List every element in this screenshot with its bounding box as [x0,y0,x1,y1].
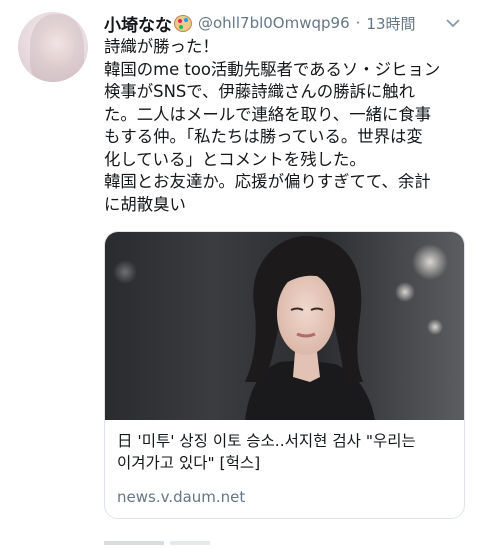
avatar-face [40,24,74,68]
link-preview-image [105,232,464,420]
tweet-text-line: もする仲。「私たちは勝っている。世界は変 [104,127,423,146]
tweet-text-line: た。二人はメールで連絡を取り、一緒に食事 [104,104,432,124]
time-separator: · [355,14,361,32]
tweet-text-line: 検事がSNSで、伊藤詩織さんの勝訴に触れ [104,82,416,101]
link-title-line: 日 '미투' 상징 이토 승소..서지현 검사 "우리는 [117,432,416,450]
tweet-text-line: 韓国とお友達か。応援が偏りすぎてて、余計 [104,172,431,191]
palette-icon [174,14,192,32]
link-preview-title[interactable]: 日 '미투' 상징 이토 승소..서지현 검사 "우리는 이겨가고 있다" [헉… [117,430,455,474]
tweet-text: 詩織が勝った！ 韓国のme too活動先駆者であるソ・ジヒョン 検事がSNSで、… [104,36,472,216]
profile-avatar[interactable] [18,12,88,82]
tweet-text-line: 化している」とコメントを残した。 [104,149,366,169]
tweet-header: 小埼なな @ohll7bl0Omwqp96 · 13時間 [104,11,466,36]
tweet-text-line: 韓国のme too活動先駆者であるソ・ジヒョン [104,59,441,79]
next-tweet-edge [0,530,480,545]
tweet-timestamp[interactable]: 13時間 [366,13,415,34]
user-handle[interactable]: @ohll7bl0Omwqp96 [198,14,350,32]
link-preview-card[interactable]: 日 '미투' 상징 이토 승소..서지현 검사 "우리는 이겨가고 있다" [헉… [104,231,465,519]
link-preview-domain: news.v.daum.net [117,488,246,506]
chevron-down-icon[interactable] [446,14,460,32]
display-name[interactable]: 小埼なな [104,11,172,36]
link-title-line: 이겨가고 있다" [헉스] [117,454,261,472]
tweet-text-line: 詩織が勝った！ [104,37,219,56]
tweet-text-line: に胡散臭い [104,194,186,214]
